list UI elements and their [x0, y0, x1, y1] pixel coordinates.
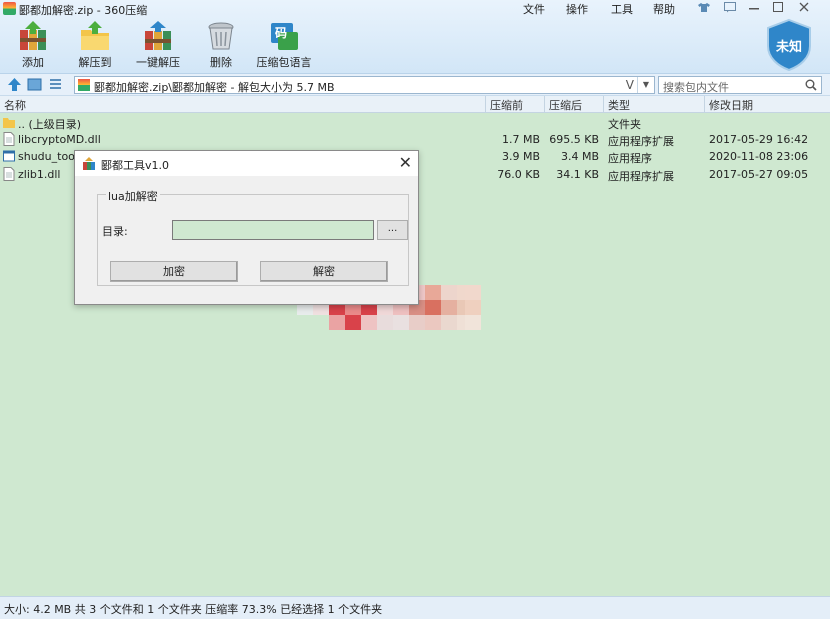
directory-label: 目录:: [102, 225, 128, 238]
menu-file[interactable]: 文件: [523, 1, 545, 17]
up-arrow-icon[interactable]: [7, 77, 22, 92]
file-packed-size: 695.5 KB: [549, 133, 599, 146]
menu-operation[interactable]: 操作: [566, 1, 588, 17]
tool-dialog: 郾都工具v1.0 ✕ lua加解密 目录: ... 加密 解密: [74, 150, 419, 305]
encrypt-button[interactable]: 加密: [110, 261, 238, 282]
file-date: 2020-11-08 23:06: [709, 150, 809, 163]
extract-to-button[interactable]: 解压到: [65, 20, 125, 70]
address-dropdown-icon[interactable]: ▼: [637, 77, 654, 93]
close-icon[interactable]: [796, 2, 812, 15]
column-modified[interactable]: 修改日期: [709, 97, 753, 113]
dialog-close-icon[interactable]: ✕: [399, 154, 412, 172]
status-text: 大小: 4.2 MB 共 3 个文件和 1 个文件夹 压缩率 73.3% 已经选…: [4, 603, 383, 616]
list-view-icon[interactable]: [48, 77, 63, 92]
menu-tools[interactable]: 工具: [611, 1, 633, 17]
file-packed-size: 34.1 KB: [556, 168, 599, 181]
delete-label: 删除: [210, 56, 232, 69]
maximize-icon[interactable]: [770, 2, 786, 15]
column-header: 名称 压缩前 压缩后 类型 修改日期: [0, 96, 830, 113]
extract-to-label: 解压到: [78, 56, 112, 69]
dialog-title: 郾都工具v1.0: [101, 159, 170, 172]
one-click-extract-label: 一键解压: [136, 56, 180, 69]
thumbnail-view-icon[interactable]: [27, 77, 42, 92]
one-click-extract-button[interactable]: 一键解压: [128, 20, 188, 70]
add-button[interactable]: 添加: [3, 20, 63, 70]
file-size: 3.9 MB: [501, 150, 540, 163]
file-type: 文件夹: [608, 118, 641, 131]
title-bar: 郾都加解密.zip - 360压缩 文件 操作 工具 帮助: [0, 0, 830, 18]
delete-button[interactable]: 删除: [191, 20, 251, 70]
table-row[interactable]: .. (上级目录) 文件夹: [0, 114, 830, 131]
search-placeholder: 搜索包内文件: [663, 81, 729, 94]
dialog-app-icon: [82, 157, 96, 171]
file-size: 1.7 MB: [501, 133, 540, 146]
exe-file-icon: [3, 149, 15, 163]
file-date: 2017-05-27 09:05: [709, 168, 809, 181]
address-bar[interactable]: 郾都加解密.zip\郾都加解密 - 解包大小为 5.7 MB V ▼: [74, 76, 655, 94]
column-original-size[interactable]: 压缩前: [490, 97, 523, 113]
one-click-extract-icon: [142, 20, 174, 52]
lua-crypto-group: lua加解密 目录: ... 加密 解密: [97, 188, 409, 286]
archive-icon: [78, 79, 90, 91]
trash-icon: [205, 20, 237, 52]
search-icon[interactable]: [805, 79, 817, 91]
dll-file-icon: [3, 132, 15, 146]
security-status-text: 未知: [775, 40, 802, 55]
decrypt-button[interactable]: 解密: [260, 261, 388, 282]
language-code-glyph: 码: [275, 26, 288, 40]
language-code-icon: 码: [268, 20, 300, 52]
column-type[interactable]: 类型: [608, 97, 630, 113]
address-v-glyph: V: [625, 78, 634, 92]
file-size: 76.0 KB: [497, 168, 540, 181]
file-date: 2017-05-29 16:42: [709, 133, 809, 146]
skin-icon[interactable]: [696, 2, 712, 15]
feedback-icon[interactable]: [722, 2, 738, 15]
top-chrome: 郾都加解密.zip - 360压缩 文件 操作 工具 帮助 添加 解压到 一键解…: [0, 0, 830, 74]
group-label: lua加解密: [106, 188, 160, 204]
dll-file-icon: [3, 167, 15, 181]
folder-icon: [3, 115, 15, 129]
archive-language-button[interactable]: 码 压缩包语言: [254, 20, 314, 70]
file-name: zlib1.dll: [18, 168, 61, 181]
table-row[interactable]: libcryptoMD.dll 1.7 MB 695.5 KB 应用程序扩展 2…: [0, 131, 830, 148]
directory-input[interactable]: [172, 220, 374, 240]
file-type: 应用程序扩展: [608, 135, 674, 148]
extract-folder-icon: [79, 20, 111, 52]
file-name: libcryptoMD.dll: [18, 133, 101, 146]
browse-button[interactable]: ...: [377, 220, 408, 240]
file-type: 应用程序: [608, 152, 652, 165]
add-label: 添加: [22, 56, 44, 69]
address-path: 郾都加解密.zip\郾都加解密 - 解包大小为 5.7 MB: [94, 81, 335, 94]
column-packed-size[interactable]: 压缩后: [549, 97, 582, 113]
security-badge[interactable]: 未知: [764, 18, 814, 72]
minimize-icon[interactable]: [746, 2, 762, 15]
file-type: 应用程序扩展: [608, 170, 674, 183]
status-bar: 大小: 4.2 MB 共 3 个文件和 1 个文件夹 压缩率 73.3% 已经选…: [0, 596, 830, 619]
app-icon: [3, 2, 16, 15]
search-box[interactable]: 搜索包内文件: [658, 76, 822, 94]
window-title: 郾都加解密.zip - 360压缩: [19, 4, 148, 17]
dialog-title-bar: 郾都工具v1.0 ✕: [75, 151, 418, 176]
archive-language-label: 压缩包语言: [256, 56, 312, 69]
file-name: .. (上级目录): [18, 118, 82, 131]
file-packed-size: 3.4 MB: [560, 150, 599, 163]
menu-help[interactable]: 帮助: [653, 1, 675, 17]
add-books-icon: [17, 20, 49, 52]
column-name[interactable]: 名称: [4, 97, 26, 113]
address-row: 郾都加解密.zip\郾都加解密 - 解包大小为 5.7 MB V ▼ 搜索包内文…: [0, 74, 830, 96]
